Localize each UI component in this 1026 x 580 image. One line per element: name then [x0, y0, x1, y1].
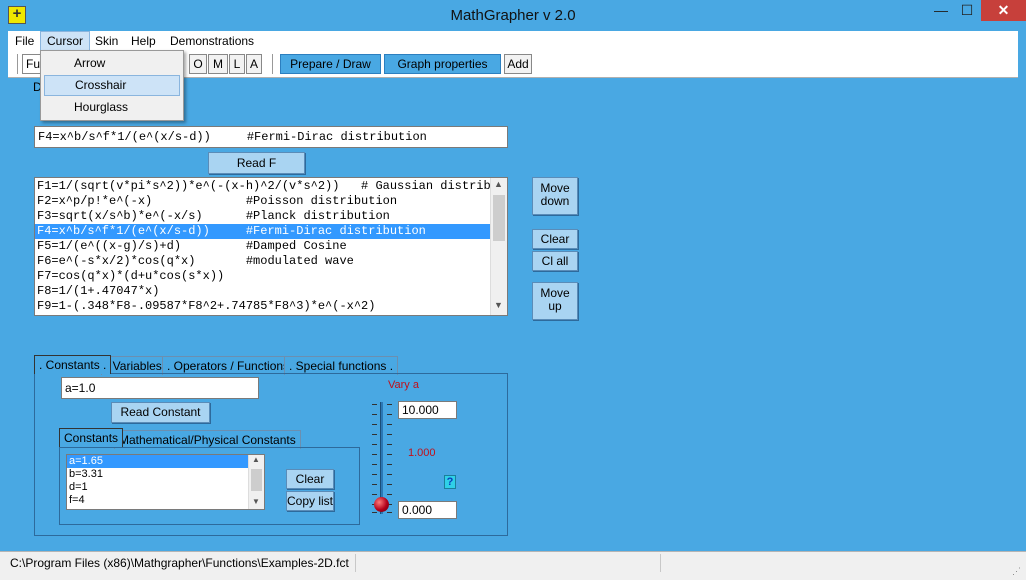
function-input[interactable]: F4=x^b/s^f*1/(e^(x/s-d)) #Fermi-Dirac di…: [34, 126, 508, 148]
menu-skin[interactable]: Skin: [89, 31, 124, 51]
menu-cursor[interactable]: Cursor: [40, 31, 91, 51]
scroll-up-icon[interactable]: ▲: [252, 455, 260, 464]
scroll-thumb[interactable]: [493, 195, 505, 241]
window-title: MathGrapher v 2.0: [450, 7, 576, 24]
list-item[interactable]: f=4: [67, 494, 248, 507]
status-divider: [355, 554, 356, 572]
scroll-up-icon[interactable]: ▲: [494, 179, 503, 189]
vary-max-input[interactable]: 10.000: [398, 401, 457, 419]
inner-tab-constants[interactable]: Constants: [59, 428, 124, 447]
maximize-button[interactable]: ☐: [954, 0, 980, 21]
list-item[interactable]: d=1: [67, 481, 248, 494]
move-up-button[interactable]: Move up: [532, 282, 578, 320]
constants-list-scrollbar[interactable]: ▲ ▼: [248, 455, 264, 509]
vary-slider[interactable]: [370, 402, 394, 514]
move-down-button[interactable]: Move down: [532, 177, 578, 215]
graph-properties-button[interactable]: Graph properties: [384, 54, 501, 74]
resize-grip-icon[interactable]: ⋰: [1012, 566, 1021, 577]
toolbar-o-button[interactable]: O: [189, 54, 207, 74]
vary-min-input[interactable]: 0.000: [398, 501, 457, 519]
menu-demonstrations[interactable]: Demonstrations: [164, 31, 260, 51]
list-item[interactable]: F7=cos(q*x)*(d+u*cos(s*x)): [35, 269, 490, 284]
read-constant-button[interactable]: Read Constant: [111, 402, 210, 423]
menu-item-arrow[interactable]: Arrow: [44, 53, 180, 74]
scroll-down-icon[interactable]: ▼: [494, 300, 503, 310]
clear-button[interactable]: Clear: [532, 229, 578, 249]
list-item[interactable]: F8=1/(1+.47047*x): [35, 284, 490, 299]
menu-help[interactable]: Help: [125, 31, 162, 51]
toolbar-grip: [17, 54, 19, 74]
read-f-button[interactable]: Read F: [208, 152, 305, 174]
close-button[interactable]: ✕: [981, 0, 1026, 21]
help-question-icon[interactable]: ?: [444, 475, 456, 489]
vary-label: Vary a: [388, 379, 419, 391]
status-path: C:\Program Files (x86)\Mathgrapher\Funct…: [10, 556, 349, 570]
toolbar-m-button[interactable]: M: [208, 54, 228, 74]
minimize-button[interactable]: —: [928, 0, 954, 21]
list-item-selected[interactable]: F4=x^b/s^f*1/(e^(x/s-d)) #Fermi-Dirac di…: [35, 224, 490, 239]
menu-item-hourglass[interactable]: Hourglass: [44, 97, 180, 118]
list-item[interactable]: F6=e^(-s*x/2)*cos(q*x) #modulated wave: [35, 254, 490, 269]
list-item[interactable]: F5=1/(e^((x-g)/s)+d) #Damped Cosine: [35, 239, 490, 254]
function-list[interactable]: F1=1/(sqrt(v*pi*s^2))*e^(-(x-h)^2/(v*s^2…: [34, 177, 508, 316]
list-item[interactable]: F9=1-(.348*F8-.09587*F8^2+.74785*F8^3)*e…: [35, 299, 490, 314]
tab-constants[interactable]: . Constants .: [34, 355, 112, 374]
vary-current-value: 1.000: [408, 447, 436, 459]
copy-list-button[interactable]: Copy list: [286, 491, 334, 511]
menu-file[interactable]: File: [9, 31, 40, 51]
toolbar-l-button[interactable]: L: [229, 54, 245, 74]
function-list-scrollbar[interactable]: ▲ ▼: [490, 178, 507, 315]
scroll-down-icon[interactable]: ▼: [252, 497, 260, 506]
slider-knob[interactable]: [374, 497, 389, 512]
list-item[interactable]: F1=1/(sqrt(v*pi*s^2))*e^(-(x-h)^2/(v*s^2…: [35, 179, 505, 194]
toolbar-separator: [272, 54, 274, 74]
scroll-thumb[interactable]: [251, 469, 262, 491]
constant-input[interactable]: a=1.0: [61, 377, 259, 399]
clear-list-button[interactable]: Clear list: [286, 469, 334, 504]
toolbar-a-button[interactable]: A: [246, 54, 262, 74]
list-item-selected[interactable]: a=1.65: [67, 455, 248, 468]
list-item[interactable]: F3=sqrt(x/s^b)*e^(-x/s) #Planck distribu…: [35, 209, 490, 224]
list-item[interactable]: b=3.31: [67, 468, 248, 481]
prepare-draw-button[interactable]: Prepare / Draw: [280, 54, 381, 74]
constants-list[interactable]: a=1.65 b=3.31 d=1 f=4 ▲ ▼: [66, 454, 265, 510]
menu-item-crosshair[interactable]: Crosshair: [44, 75, 180, 96]
list-item[interactable]: F2=x^p/p!*e^(-x) #Poisson distribution: [35, 194, 490, 209]
add-button[interactable]: Add: [504, 54, 532, 74]
clear-all-button[interactable]: Cl all: [532, 251, 578, 271]
status-divider: [660, 554, 661, 572]
